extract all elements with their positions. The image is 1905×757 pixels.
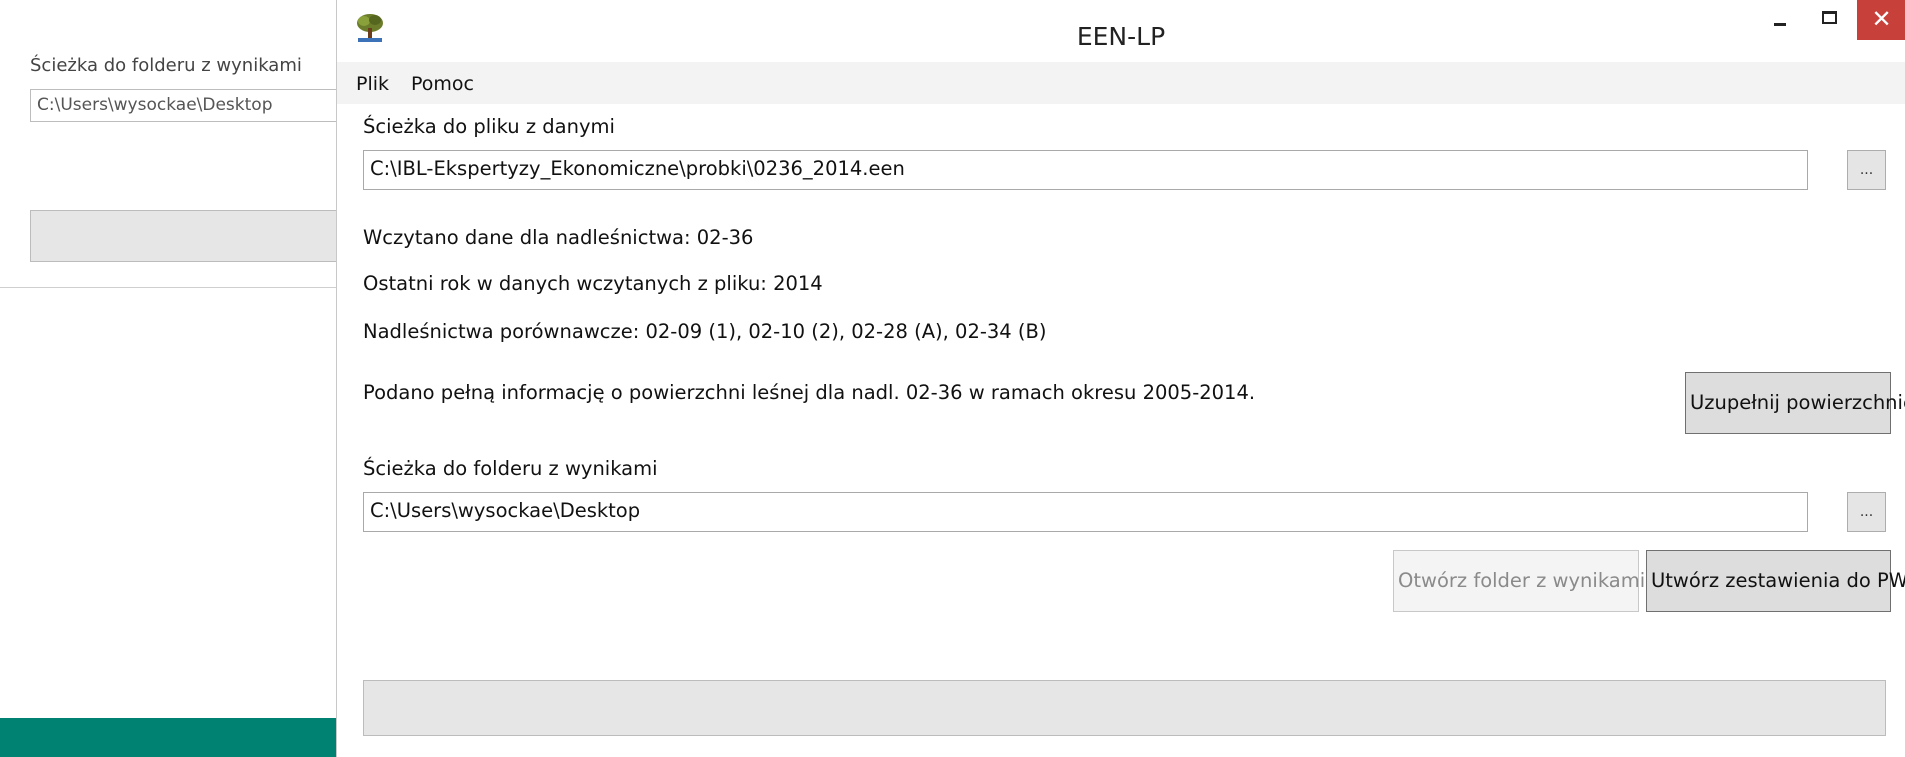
data-file-label: Ścieżka do pliku z danymi	[363, 115, 615, 138]
maximize-icon	[1822, 11, 1837, 24]
create-reports-button[interactable]: Utwórz zestawienia do PWF	[1646, 550, 1905, 612]
close-icon: ✕	[1871, 5, 1892, 33]
open-folder-button[interactable]: Otwórz folder z wynikami	[1393, 550, 1645, 612]
close-button[interactable]: ✕	[1857, 0, 1905, 40]
comparative-text: Nadleśnictwa porównawcze: 02-09 (1), 02-…	[363, 320, 1047, 343]
minimize-button[interactable]	[1755, 0, 1805, 40]
data-file-input[interactable]: C:\IBL-Ekspertyzy_Ekonomiczne\probki\023…	[363, 150, 1808, 190]
background-progress-bar	[30, 210, 360, 262]
maximize-button[interactable]	[1805, 0, 1855, 40]
window-title: EEN-LP	[1076, 22, 1166, 51]
taskbar-tile	[0, 718, 340, 757]
minimize-icon	[1774, 23, 1786, 26]
last-year-text: Ostatni rok w danych wczytanych z pliku:…	[363, 272, 823, 295]
progress-bar	[363, 680, 1886, 736]
background-folder-input[interactable]: C:\Users\wysockae\Desktop	[30, 89, 360, 122]
data-file-browse-button[interactable]: ...	[1847, 150, 1886, 190]
output-folder-input[interactable]: C:\Users\wysockae\Desktop	[363, 492, 1808, 532]
background-window: Ścieżka do folderu z wynikami C:\Users\w…	[0, 0, 360, 288]
loaded-info-text: Wczytano dane dla nadleśnictwa: 02-36	[363, 226, 754, 249]
output-folder-browse-button[interactable]: ...	[1847, 492, 1886, 532]
menu-item-pomoc[interactable]: Pomoc	[411, 73, 474, 95]
fill-area-button[interactable]: Uzupełnij powierzchnię	[1685, 372, 1905, 434]
output-folder-label: Ścieżka do folderu z wynikami	[363, 457, 658, 480]
menu-item-plik[interactable]: Plik	[356, 73, 389, 95]
menu-bar: Plik Pomoc	[337, 62, 1905, 104]
background-folder-label: Ścieżka do folderu z wynikami	[30, 55, 302, 76]
area-info-text: Podano pełną informację o powierzchni le…	[363, 381, 1256, 404]
main-window: EEN-LP ✕ Plik Pomoc Ścieżka do pliku z d…	[336, 0, 1905, 757]
title-bar[interactable]: EEN-LP ✕	[337, 0, 1905, 62]
